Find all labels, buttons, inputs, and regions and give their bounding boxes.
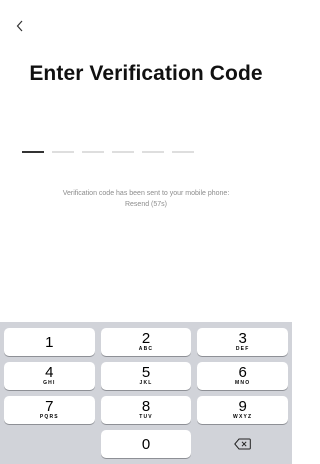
key-letters: GHI — [43, 380, 56, 386]
resend-button[interactable]: Resend (57s) — [0, 199, 292, 210]
key-letters: JKL — [139, 380, 153, 386]
key-digit: 2 — [141, 330, 151, 347]
code-sent-message: Verification code has been sent to your … — [62, 190, 230, 197]
key-letters: PQRS — [39, 414, 59, 420]
key-6[interactable]: 6 MNO — [197, 362, 289, 390]
key-5[interactable]: 5 JKL — [100, 362, 192, 390]
keypad-row: 1 2 ABC 3 DEF — [4, 328, 289, 356]
key-9[interactable]: 9 WXYZ — [197, 396, 289, 424]
keypad-row: 4 GHI 5 JKL 6 MNO — [4, 362, 289, 390]
key-3[interactable]: 3 DEF — [197, 328, 289, 356]
key-digit: 4 — [45, 364, 54, 381]
key-digit: 7 — [45, 398, 54, 415]
keypad-row: 0 — [4, 430, 288, 458]
key-digit: 5 — [141, 364, 151, 381]
key-digit: 9 — [238, 398, 247, 415]
key-digit: 0 — [141, 435, 151, 453]
key-4[interactable]: 4 GHI — [4, 362, 95, 390]
key-0[interactable]: 0 — [100, 430, 192, 458]
back-button[interactable] — [10, 14, 30, 38]
key-letters: ABC — [138, 346, 154, 352]
keypad-spacer — [4, 430, 95, 458]
numeric-keypad: 1 2 ABC 3 DEF 4 GHI 5 JKL 6 MNO 7 PQRS 8 — [0, 322, 292, 464]
code-slot[interactable] — [142, 151, 164, 153]
key-letters: DEF — [235, 346, 250, 352]
code-slot[interactable] — [82, 151, 104, 153]
code-slot[interactable] — [112, 151, 134, 153]
code-slot[interactable] — [22, 151, 44, 153]
page-title: Enter Verification Code — [29, 62, 263, 85]
verification-code-input[interactable] — [22, 151, 194, 153]
code-slot[interactable] — [172, 151, 194, 153]
key-letters: MNO — [235, 380, 251, 386]
key-letters: TUV — [139, 414, 153, 420]
key-8[interactable]: 8 TUV — [100, 396, 192, 424]
chevron-left-icon — [16, 20, 23, 32]
backspace-icon — [234, 438, 251, 450]
key-digit: 6 — [238, 364, 247, 381]
key-1[interactable]: 1 — [4, 328, 95, 356]
key-digit: 3 — [238, 330, 247, 347]
code-slot[interactable] — [52, 151, 74, 153]
keypad-row: 7 PQRS 8 TUV 9 WXYZ — [4, 396, 289, 424]
key-digit: 8 — [141, 398, 151, 415]
key-letters: WXYZ — [233, 414, 253, 420]
key-digit: 1 — [45, 333, 54, 351]
delete-key[interactable] — [197, 430, 288, 458]
verification-info: Verification code has been sent to your … — [0, 188, 292, 210]
key-2[interactable]: 2 ABC — [100, 328, 192, 356]
key-7[interactable]: 7 PQRS — [4, 396, 95, 424]
